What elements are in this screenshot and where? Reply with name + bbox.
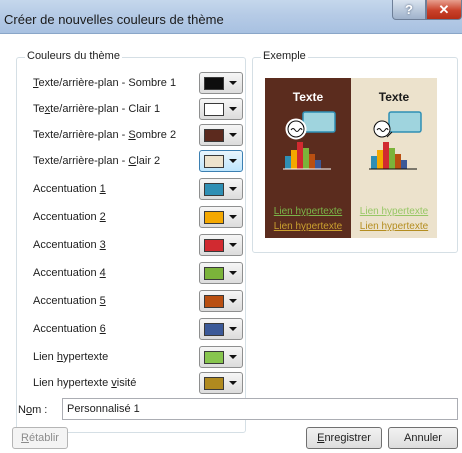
color-row-text-bg-dark-2: Texte/arrière-plan - Sombre 2 (33, 124, 243, 146)
color-picker-button[interactable] (199, 72, 243, 94)
color-row-label: Accentuation 2 (33, 211, 106, 223)
color-swatch (204, 76, 224, 90)
color-row-label: Accentuation 1 (33, 183, 106, 195)
reset-button[interactable]: Rétablir (12, 427, 68, 449)
help-icon: ? (405, 2, 413, 17)
color-picker-button[interactable] (199, 262, 243, 284)
color-row-text-bg-light-1: Texte/arrière-plan - Clair 1 (33, 98, 243, 120)
color-picker-button[interactable] (199, 178, 243, 200)
color-row-hyperlink: Lien hypertexte (33, 346, 243, 368)
chevron-down-icon (229, 107, 237, 111)
color-row-text-bg-dark-1: Texte/arrière-plan - Sombre 1 (33, 72, 243, 94)
color-row-label: Accentuation 5 (33, 295, 106, 307)
color-row-accent-1: Accentuation 1 (33, 178, 243, 200)
color-row-accent-4: Accentuation 4 (33, 262, 243, 284)
example-dark-graphic (283, 111, 336, 170)
color-swatch (204, 376, 224, 390)
save-button[interactable]: Enregistrer (306, 427, 382, 449)
color-row-label: Texte/arrière-plan - Sombre 2 (33, 129, 177, 141)
chevron-down-icon (229, 243, 237, 247)
color-picker-button[interactable] (199, 234, 243, 256)
color-swatch (204, 294, 224, 308)
example-dark-panel: Texte Lien hypertexte Lien hypertexte (265, 78, 351, 238)
color-swatch (204, 266, 224, 280)
dialog-title: Créer de nouvelles couleurs de thème (4, 12, 224, 27)
example-group: Exemple Texte Lien hypertexte Lien hyper… (252, 50, 458, 253)
chevron-down-icon (229, 215, 237, 219)
color-row-label: Lien hypertexte (33, 351, 109, 363)
name-label: Nom : (18, 404, 48, 416)
color-picker-button[interactable] (199, 124, 243, 146)
color-row-visited-hyperlink: Lien hypertexte visité (33, 372, 243, 394)
color-swatch (204, 102, 224, 116)
color-row-label: Texte/arrière-plan - Sombre 1 (33, 77, 177, 89)
color-picker-button[interactable] (199, 98, 243, 120)
color-swatch (204, 182, 224, 196)
color-picker-button[interactable] (199, 206, 243, 228)
color-row-text-bg-light-2: Texte/arrière-plan - Clair 2 (33, 150, 243, 172)
chevron-down-icon (229, 327, 237, 331)
color-row-accent-6: Accentuation 6 (33, 318, 243, 340)
color-row-label: Accentuation 3 (33, 239, 106, 251)
close-button[interactable]: ✕ (426, 0, 462, 20)
chevron-down-icon (229, 381, 237, 385)
color-row-label: Lien hypertexte visité (33, 377, 137, 389)
example-light-graphic (369, 111, 422, 170)
theme-colors-legend: Couleurs du thème (25, 50, 122, 62)
color-row-accent-2: Accentuation 2 (33, 206, 243, 228)
example-dark-visited-hyperlink: Lien hypertexte (273, 221, 343, 232)
example-dark-hyperlink: Lien hypertexte (273, 206, 343, 217)
color-swatch (204, 322, 224, 336)
color-swatch (204, 238, 224, 252)
name-input[interactable] (62, 398, 458, 420)
chevron-down-icon (229, 271, 237, 275)
color-picker-button[interactable] (199, 290, 243, 312)
cancel-button[interactable]: Annuler (388, 427, 458, 449)
color-row-label: Accentuation 6 (33, 323, 106, 335)
color-row-label: Texte/arrière-plan - Clair 1 (33, 103, 161, 115)
dialog-body: Couleurs du thème Texte/arrière-plan - S… (8, 40, 460, 452)
chevron-down-icon (229, 133, 237, 137)
example-light-visited-hyperlink: Lien hypertexte (359, 221, 429, 232)
chevron-down-icon (229, 159, 237, 163)
color-picker-button[interactable] (199, 346, 243, 368)
color-row-accent-3: Accentuation 3 (33, 234, 243, 256)
example-light-title: Texte (378, 90, 410, 104)
chevron-down-icon (229, 81, 237, 85)
color-picker-button[interactable] (199, 372, 243, 394)
color-row-accent-5: Accentuation 5 (33, 290, 243, 312)
example-legend: Exemple (261, 50, 308, 62)
color-row-label: Texte/arrière-plan - Clair 2 (33, 155, 161, 167)
color-row-label: Accentuation 4 (33, 267, 106, 279)
color-swatch (204, 154, 224, 168)
theme-colors-group: Couleurs du thème Texte/arrière-plan - S… (16, 50, 246, 433)
example-dark-title: Texte (292, 90, 324, 104)
example-light-panel: Texte Lien hypertexte Lien hypertexte (351, 78, 437, 238)
color-picker-button[interactable] (199, 318, 243, 340)
chevron-down-icon (229, 187, 237, 191)
help-button[interactable]: ? (392, 0, 426, 20)
title-bar: Créer de nouvelles couleurs de thème ? ✕ (0, 0, 462, 34)
example-light-hyperlink: Lien hypertexte (359, 206, 429, 217)
chevron-down-icon (229, 299, 237, 303)
color-swatch (204, 350, 224, 364)
color-swatch (204, 128, 224, 142)
chevron-down-icon (229, 355, 237, 359)
color-picker-button[interactable] (199, 150, 243, 172)
close-icon: ✕ (438, 1, 450, 17)
color-swatch (204, 210, 224, 224)
